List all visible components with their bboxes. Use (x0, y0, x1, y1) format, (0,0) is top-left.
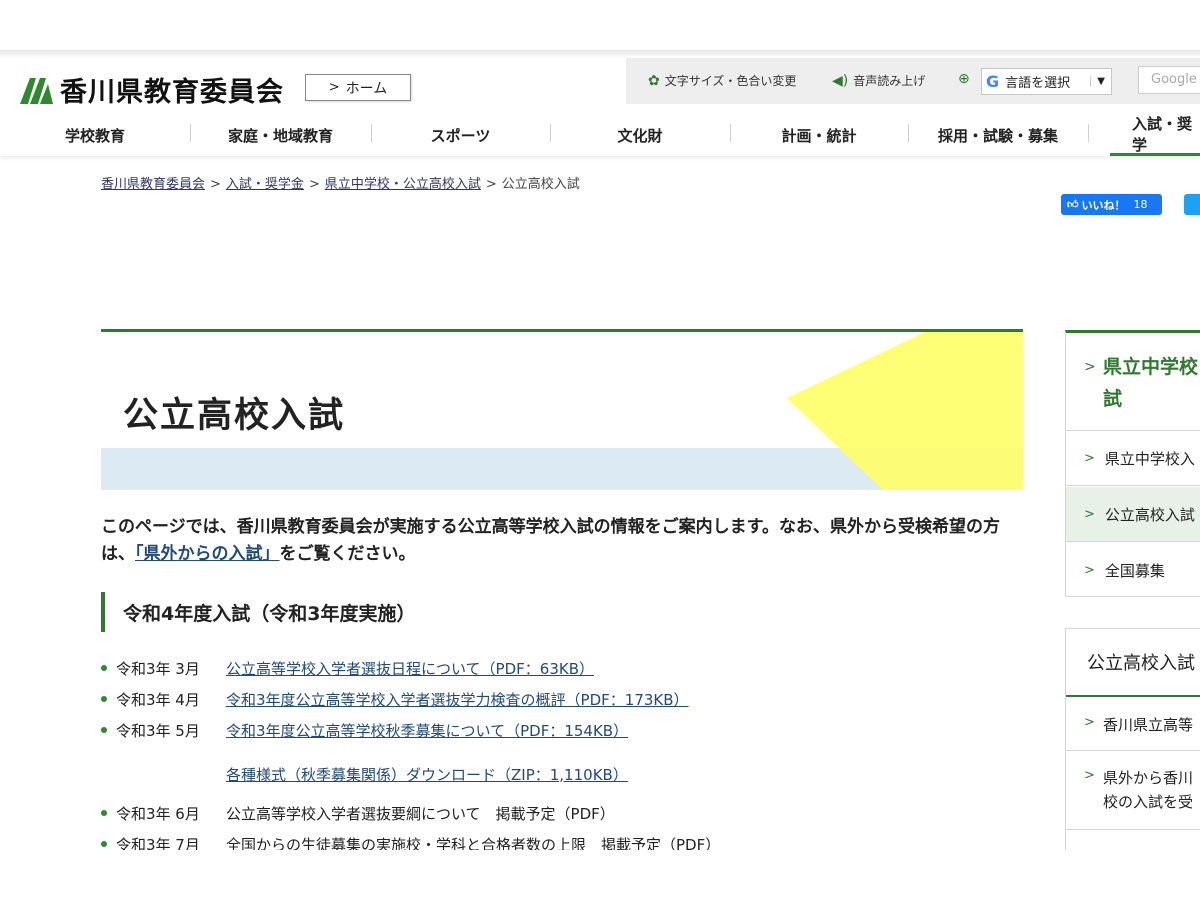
breadcrumb-current: 公立高校入試 (501, 177, 580, 192)
twitter-share-button[interactable] (1184, 194, 1200, 215)
chevron-right-icon: > (1084, 563, 1095, 578)
sidebar-item[interactable]: > 全国募集 (1066, 543, 1200, 598)
item-date: 令和3年 4月 (116, 690, 200, 709)
speech-label: 音声読み上げ (853, 74, 926, 88)
sidebar-heading-line: 試 (1103, 388, 1123, 410)
site-header: 香川県教育委員会 > ホーム ✿ 文字サイズ・色合い変更 ◀) 音声読み上げ ⊕… (0, 58, 1200, 156)
sidebar2-heading: 公立高校入試 (1066, 629, 1200, 697)
chevron-right-icon: > (328, 80, 340, 95)
breadcrumb-link[interactable]: 入試・奨学金 (226, 177, 304, 192)
sidebar-item-current[interactable]: > 公立高校入試 (1066, 487, 1200, 542)
gear-icon: ✿ (648, 72, 660, 89)
chevron-right-icon: > (1084, 506, 1095, 522)
intro-text-end: をご覧ください。 (279, 544, 416, 564)
speech-link[interactable]: ◀) 音声読み上げ (832, 72, 925, 89)
language-select[interactable]: G 言語を選択 ▼ (981, 68, 1112, 95)
sidebar-item-label: 公立高校入試 (1104, 505, 1195, 524)
section-heading: 令和4年度入試（令和3年度実施） (101, 592, 415, 632)
language-select-label: 言語を選択 (1005, 76, 1071, 91)
bullet-icon (101, 727, 107, 733)
chevron-right-icon: > (1084, 359, 1096, 375)
dropdown-arrow-icon: ▼ (1090, 76, 1111, 87)
sidebar2-item-label: 香川県立高等 (1103, 716, 1194, 734)
list-item: 令和3年 4月 令和3年度公立高等学校入学者選抜学力検査の概評（PDF：173K… (101, 686, 689, 712)
list-item: 各種様式（秋季募集関係）ダウンロード（ZIP：1,110KB） (116, 761, 628, 787)
list-item: 令和3年 6月 公立高等学校入学者選抜要綱について 掲載予定（PDF） (101, 800, 615, 826)
chevron-right-icon: > (1084, 768, 1095, 783)
item-link[interactable]: 公立高等学校入学者選抜日程について（PDF：63KB） (226, 658, 594, 679)
list-item: 令和3年 3月 公立高等学校入学者選抜日程について（PDF：63KB） (101, 655, 594, 681)
list-item: 令和3年 5月 令和3年度公立高等学校秋季募集について（PDF：154KB） (101, 717, 628, 743)
gnav-plans-statistics[interactable]: 計画・統計 (730, 114, 908, 156)
globe-icon-wrap: ⊕ (958, 72, 975, 86)
like-label: いいね！ (1081, 198, 1126, 212)
sidebar2-item-label-line2: 校の入試を受 (1103, 793, 1194, 811)
bullet-icon (101, 665, 107, 671)
chevron-right-icon: > (1084, 450, 1095, 466)
page-title: 公立高校入試 (123, 396, 346, 436)
text-size-link[interactable]: ✿ 文字サイズ・色合い変更 (648, 72, 796, 89)
breadcrumb-link[interactable]: 県立中学校・公立高校入試 (325, 177, 481, 192)
google-g-icon: G (986, 72, 1000, 91)
sidebar2-item[interactable]: > 香川県立高等 (1066, 699, 1200, 751)
home-button[interactable]: > ホーム (305, 74, 411, 101)
global-nav: 学校教育 家庭・地域教育 スポーツ 文化財 計画・統計 採用・試験・募集 入試・… (0, 114, 1200, 156)
bottom-blank (0, 850, 1200, 900)
sidebar2-item[interactable]: > 県外から香川 校の入試を受 (1066, 752, 1200, 830)
browser-top-blank (0, 0, 1200, 50)
sidebar-category-menu: > 県立中学校 試 > 県立中学校入 > 公立高校入試 > 全国募集 (1065, 330, 1200, 597)
utility-bar: ✿ 文字サイズ・色合い変更 ◀) 音声読み上げ ⊕ G 言語を選択 ▼ Goog… (626, 58, 1200, 104)
item-date: 令和3年 5月 (116, 721, 200, 740)
sidebar-item-label: 全国募集 (1104, 562, 1165, 580)
logo-mark-icon (20, 77, 53, 104)
speaker-icon: ◀) (832, 72, 849, 89)
sidebar-heading-line: 県立中学校 (1103, 356, 1199, 378)
gnav-entrance-exams[interactable]: 入試・奨学 (1110, 114, 1200, 156)
breadcrumb: 香川県教育委員会 > 入試・奨学金 > 県立中学校・公立高校入試 > 公立高校入試 (101, 173, 580, 192)
facebook-like-button[interactable]: 👍︎ いいね！ 18 (1061, 194, 1162, 215)
breadcrumb-separator: > (308, 177, 320, 192)
sidebar-heading: 県立中学校 試 (1103, 351, 1200, 415)
gnav-sports[interactable]: スポーツ (371, 114, 550, 156)
item-date: 令和3年 6月 (116, 804, 200, 823)
gnav-family-community[interactable]: 家庭・地域教育 (190, 114, 371, 156)
item-date: 令和3年 3月 (116, 659, 200, 678)
out-of-prefecture-exam-link[interactable]: 「県外からの入試」 (135, 544, 280, 564)
sidebar-item[interactable]: > 県立中学校入 (1066, 431, 1200, 486)
sidebar-related-menu: 公立高校入試 > 香川県立高等 > 県外から香川 校の入試を受 (1065, 628, 1200, 858)
nav-divider (1088, 124, 1089, 142)
bullet-icon (101, 810, 107, 816)
item-text: 公立高等学校入学者選抜要綱について 掲載予定（PDF） (226, 804, 615, 823)
sidebar-heading-link[interactable]: > 県立中学校 試 (1066, 333, 1200, 431)
breadcrumb-separator: > (485, 177, 497, 192)
like-count: 18 (1133, 198, 1148, 211)
item-link[interactable]: 各種様式（秋季募集関係）ダウンロード（ZIP：1,110KB） (226, 764, 628, 785)
chevron-right-icon: > (1084, 715, 1095, 730)
bullet-icon (101, 841, 107, 847)
sidebar2-item-label: 県外から香川 (1103, 769, 1194, 787)
globe-icon: ⊕ (958, 71, 970, 87)
thumbs-up-icon: 👍︎ (1067, 198, 1079, 211)
text-size-label: 文字サイズ・色合い変更 (664, 74, 797, 88)
breadcrumb-separator: > (210, 177, 221, 192)
site-search-input[interactable]: Google (1138, 66, 1200, 94)
site-name: 香川県教育委員会 (60, 77, 284, 108)
gnav-school-education[interactable]: 学校教育 (0, 114, 190, 156)
gnav-cultural-assets[interactable]: 文化財 (550, 114, 730, 156)
gnav-recruitment[interactable]: 採用・試験・募集 (908, 114, 1088, 156)
sidebar-item-label: 県立中学校入 (1104, 449, 1195, 468)
intro-paragraph: このページでは、香川県教育委員会が実施する公立高等学校入試の情報をご案内します。… (101, 514, 1023, 568)
item-link[interactable]: 令和3年度公立高等学校秋季募集について（PDF：154KB） (226, 720, 628, 741)
top-shadow (0, 50, 1200, 58)
bullet-icon (101, 696, 107, 702)
item-link[interactable]: 令和3年度公立高等学校入学者選抜学力検査の概評（PDF：173KB） (226, 689, 689, 710)
breadcrumb-link[interactable]: 香川県教育委員会 (101, 177, 205, 192)
home-button-label: ホーム (345, 80, 388, 97)
page-title-block: 公立高校入試 (101, 329, 1023, 490)
site-logo[interactable]: 香川県教育委員会 (18, 70, 284, 109)
